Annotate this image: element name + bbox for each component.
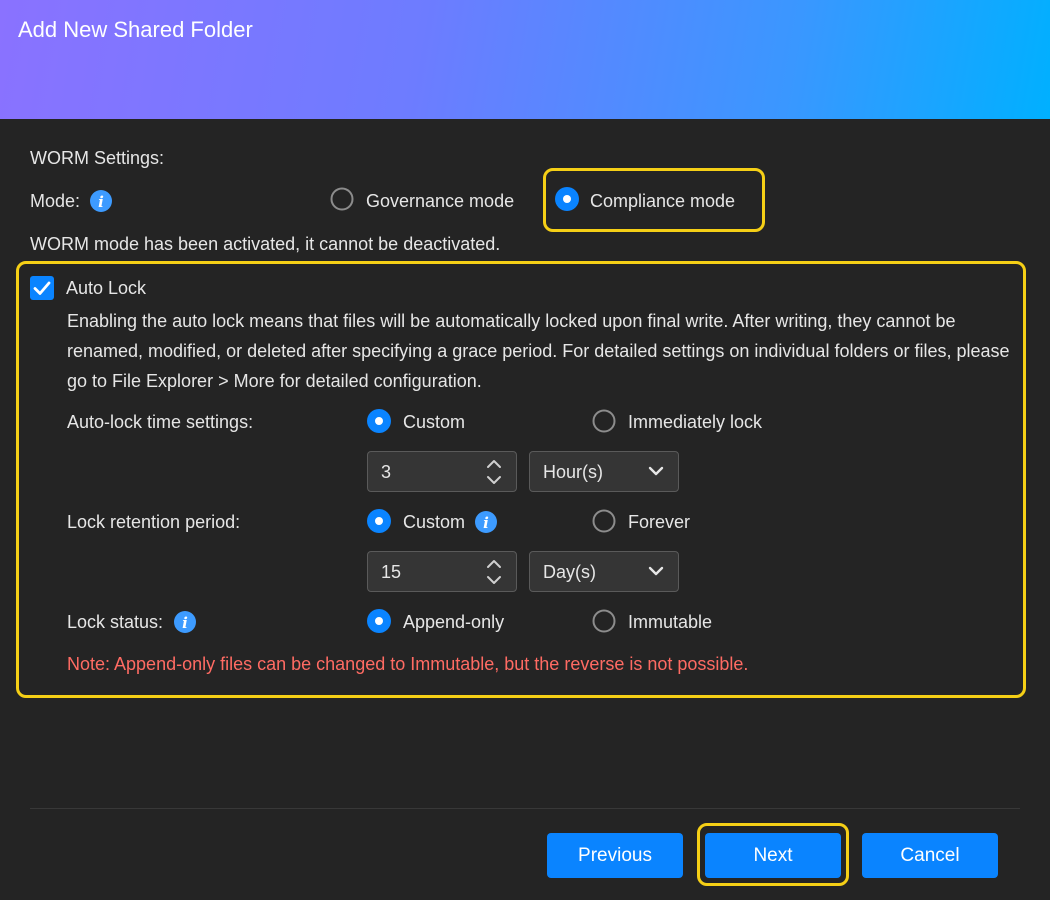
chevron-down-icon	[648, 466, 664, 476]
governance-mode-label[interactable]: Governance mode	[366, 192, 514, 210]
compliance-mode-radio[interactable]	[555, 187, 579, 211]
time-custom-label[interactable]: Custom	[403, 413, 465, 431]
add-shared-folder-dialog: Add New Shared Folder WORM Settings: Mod…	[0, 0, 1050, 900]
info-icon[interactable]: i	[174, 611, 196, 633]
previous-button[interactable]: Previous	[547, 833, 683, 878]
dialog-header: Add New Shared Folder	[0, 0, 1050, 119]
retention-custom-radio[interactable]	[367, 509, 391, 533]
stepper-arrows-icon[interactable]	[484, 456, 504, 488]
auto-lock-time-label: Auto-lock time settings:	[67, 412, 254, 432]
append-only-radio[interactable]	[367, 609, 391, 633]
retention-unit-select[interactable]: Day(s)	[529, 551, 679, 592]
lock-status-label: Lock status:	[67, 612, 164, 632]
retention-period-label: Lock retention period:	[67, 512, 241, 532]
immutable-label[interactable]: Immutable	[628, 613, 712, 631]
svg-text:i: i	[483, 514, 489, 532]
auto-lock-time-input[interactable]: 3	[367, 451, 517, 492]
auto-lock-label[interactable]: Auto Lock	[66, 279, 146, 297]
info-icon[interactable]: i	[90, 190, 112, 212]
retention-period-input[interactable]: 15	[367, 551, 517, 592]
worm-settings-label: WORM Settings:	[30, 148, 165, 168]
auto-lock-time-value: 3	[381, 462, 392, 482]
mode-label: Mode:	[30, 191, 81, 211]
svg-text:i: i	[182, 614, 188, 632]
immediately-lock-radio[interactable]	[592, 409, 616, 433]
auto-lock-unit-select[interactable]: Hour(s)	[529, 451, 679, 492]
retention-forever-radio[interactable]	[592, 509, 616, 533]
immediately-lock-label[interactable]: Immediately lock	[628, 413, 762, 431]
worm-activated-text: WORM mode has been activated, it cannot …	[30, 234, 501, 254]
dialog-title: Add New Shared Folder	[18, 17, 253, 42]
retention-unit-value: Day(s)	[543, 562, 596, 582]
compliance-mode-label[interactable]: Compliance mode	[590, 192, 735, 210]
time-custom-radio[interactable]	[367, 409, 391, 433]
chevron-down-icon	[648, 566, 664, 576]
append-only-label[interactable]: Append-only	[403, 613, 504, 631]
auto-lock-unit-value: Hour(s)	[543, 462, 604, 482]
retention-period-value: 15	[381, 562, 402, 582]
auto-lock-description: Enabling the auto lock means that files …	[67, 311, 1010, 391]
append-only-note: Note: Append-only files can be changed t…	[67, 654, 749, 674]
footer-divider	[30, 808, 1020, 809]
stepper-arrows-icon[interactable]	[484, 556, 504, 588]
next-button[interactable]: Next	[705, 833, 841, 878]
auto-lock-checkbox[interactable]	[30, 276, 54, 300]
retention-forever-label[interactable]: Forever	[628, 513, 690, 531]
governance-mode-radio[interactable]	[330, 187, 354, 211]
cancel-button[interactable]: Cancel	[862, 833, 998, 878]
svg-text:i: i	[98, 193, 104, 211]
info-icon[interactable]: i	[475, 511, 497, 533]
retention-custom-label[interactable]: Custom	[403, 513, 465, 531]
immutable-radio[interactable]	[592, 609, 616, 633]
